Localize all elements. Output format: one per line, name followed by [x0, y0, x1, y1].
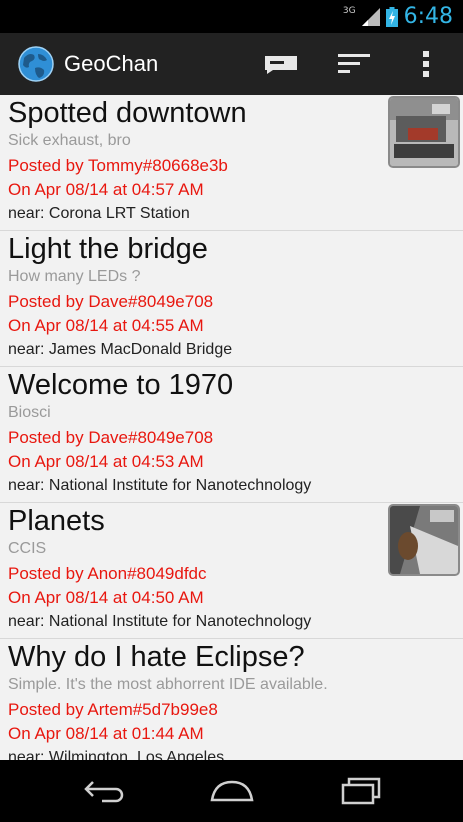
- new-post-button[interactable]: [250, 33, 312, 95]
- post-item[interactable]: Light the bridge How many LEDs ? Posted …: [0, 231, 463, 367]
- navigation-bar: [0, 760, 463, 822]
- sort-icon: [338, 54, 370, 73]
- post-thumbnail[interactable]: [388, 504, 460, 576]
- post-subtitle: Biosci: [8, 404, 51, 421]
- post-item[interactable]: Spotted downtown Sick exhaust, bro Poste…: [0, 95, 463, 231]
- post-thumbnail[interactable]: [388, 96, 460, 168]
- back-arrow-icon: [84, 781, 124, 803]
- clock: 6:48: [403, 4, 453, 29]
- recent-apps-icon: [341, 777, 381, 805]
- post-item[interactable]: Planets CCIS Posted by Anon#8049dfdc On …: [0, 503, 463, 639]
- post-subtitle: Sick exhaust, bro: [8, 132, 131, 149]
- post-author: Posted by Dave#8049e708: [8, 292, 214, 311]
- phone-screen: 3G 6:48 GeoChan Spotted downtown Sick ex…: [0, 0, 463, 822]
- compose-icon: [265, 56, 297, 74]
- post-author: Posted by Tommy#80668e3b: [8, 156, 228, 175]
- post-title: Why do I hate Eclipse?: [8, 641, 305, 673]
- post-location: near: National Institute for Nanotechnol…: [8, 613, 312, 630]
- post-location: near: Corona LRT Station: [8, 205, 190, 222]
- sort-button[interactable]: [323, 33, 385, 95]
- photo-thumbnail-image: [390, 98, 458, 166]
- post-date: On Apr 08/14 at 04:57 AM: [8, 180, 204, 199]
- post-author: Posted by Artem#5d7b99e8: [8, 700, 218, 719]
- home-icon: [210, 780, 254, 802]
- recent-apps-button[interactable]: [311, 760, 411, 822]
- photo-thumbnail-image: [390, 506, 458, 574]
- post-title: Light the bridge: [8, 233, 208, 265]
- action-bar: GeoChan: [0, 33, 463, 95]
- post-date: On Apr 08/14 at 04:50 AM: [8, 588, 204, 607]
- network-type-label: 3G: [342, 5, 356, 16]
- post-list[interactable]: Spotted downtown Sick exhaust, bro Poste…: [0, 95, 463, 760]
- app-title: GeoChan: [64, 51, 159, 76]
- post-title: Spotted downtown: [8, 97, 247, 129]
- post-subtitle: Simple. It's the most abhorrent IDE avai…: [8, 676, 328, 693]
- signal-icon: [361, 7, 380, 26]
- post-subtitle: How many LEDs ?: [8, 268, 141, 285]
- post-date: On Apr 08/14 at 04:55 AM: [8, 316, 204, 335]
- post-title: Planets: [8, 505, 105, 537]
- back-button[interactable]: [54, 760, 154, 822]
- post-title: Welcome to 1970: [8, 369, 234, 401]
- post-item[interactable]: Welcome to 1970 Biosci Posted by Dave#80…: [0, 367, 463, 503]
- overflow-dots-icon: [423, 51, 429, 77]
- post-item[interactable]: Why do I hate Eclipse? Simple. It's the …: [0, 639, 463, 760]
- post-subtitle: CCIS: [8, 540, 47, 557]
- overflow-menu-button[interactable]: [395, 33, 457, 95]
- status-bar: 3G 6:48: [0, 0, 463, 33]
- home-button[interactable]: [182, 760, 282, 822]
- post-date: On Apr 08/14 at 01:44 AM: [8, 724, 204, 743]
- post-location: near: Wilmington, Los Angeles: [8, 749, 225, 760]
- post-date: On Apr 08/14 at 04:53 AM: [8, 452, 204, 471]
- battery-charging-icon: [385, 6, 398, 27]
- globe-icon[interactable]: [18, 46, 54, 82]
- post-location: near: National Institute for Nanotechnol…: [8, 477, 312, 494]
- post-location: near: James MacDonald Bridge: [8, 341, 233, 358]
- post-author: Posted by Anon#8049dfdc: [8, 564, 207, 583]
- post-author: Posted by Dave#8049e708: [8, 428, 214, 447]
